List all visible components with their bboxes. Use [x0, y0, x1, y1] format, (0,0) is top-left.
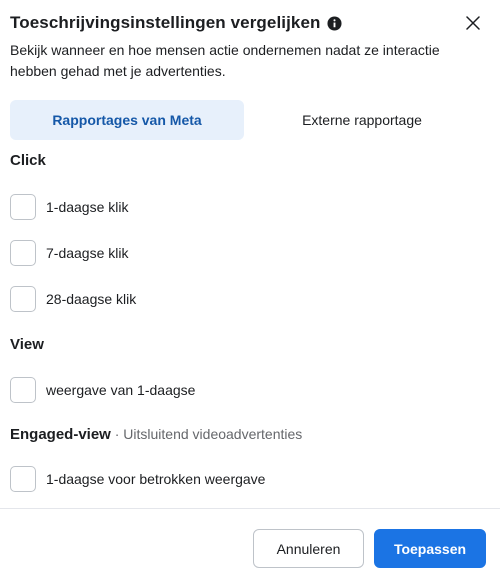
dialog-description: Bekijk wanneer en hoe mensen actie onder… — [10, 42, 440, 79]
section-title-engaged-view: Engaged-view · Uitsluitend videoadverten… — [10, 426, 302, 443]
checkbox[interactable] — [10, 240, 36, 266]
checkbox[interactable] — [10, 194, 36, 220]
checkbox[interactable] — [10, 377, 36, 403]
option-label: 1-daagse klik — [46, 199, 129, 215]
option-28-day-click[interactable]: 28-daagse klik — [10, 285, 136, 313]
info-circle-icon[interactable] — [327, 15, 342, 31]
option-label: 7-daagse klik — [46, 245, 129, 261]
apply-button[interactable]: Toepassen — [374, 529, 486, 568]
option-label: weergave van 1-daagse — [46, 382, 196, 398]
section-title-text: Engaged-view — [10, 426, 111, 443]
option-7-day-click[interactable]: 7-daagse klik — [10, 239, 129, 267]
section-title-click: Click — [10, 152, 46, 169]
option-1-day-view[interactable]: weergave van 1-daagse — [10, 376, 195, 404]
option-label: 28-daagse klik — [46, 291, 137, 307]
reporting-tabs: Rapportages van Meta Externe rapportage — [10, 100, 480, 140]
tab-meta-reporting[interactable]: Rapportages van Meta — [10, 100, 244, 140]
section-note: · Uitsluitend videoadvertenties — [110, 426, 303, 442]
tab-external-reporting[interactable]: Externe rapportage — [244, 100, 480, 140]
checkbox[interactable] — [10, 466, 36, 492]
close-icon[interactable] — [464, 14, 482, 32]
cancel-button[interactable]: Annuleren — [253, 529, 364, 568]
dialog-header: Toeschrijvingsinstellingen vergelijken B… — [10, 12, 490, 82]
dialog-title: Toeschrijvingsinstellingen vergelijken — [10, 13, 321, 32]
option-1-day-engaged-view[interactable]: 1-daagse voor betrokken weergave — [10, 465, 265, 493]
option-label: 1-daagse voor betrokken weergave — [46, 471, 266, 487]
section-title-view: View — [10, 336, 44, 353]
footer-divider — [0, 508, 500, 509]
title-row: Toeschrijvingsinstellingen vergelijken — [10, 12, 490, 34]
option-1-day-click[interactable]: 1-daagse klik — [10, 193, 129, 221]
checkbox[interactable] — [10, 286, 36, 312]
attribution-settings-dialog: Toeschrijvingsinstellingen vergelijken B… — [0, 0, 500, 580]
